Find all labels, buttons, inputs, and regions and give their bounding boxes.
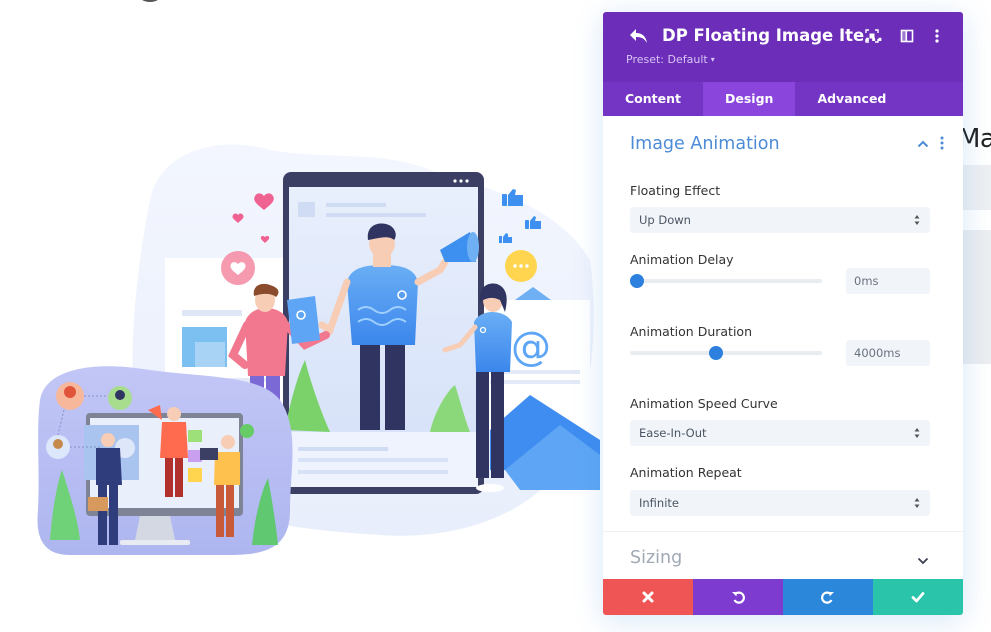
back-arrow-icon[interactable] [628,27,650,45]
floating-effect-select[interactable]: Up Down [630,207,930,233]
panel-title: DP Floating Image Ite... [662,26,884,45]
select-arrows-icon [914,215,920,225]
animation-duration-slider[interactable] [630,345,822,361]
animation-duration-label: Animation Duration [630,324,752,339]
undo-icon [732,591,745,604]
tab-design[interactable]: Design [703,82,796,116]
select-arrows-icon [914,428,920,438]
section-options-icon[interactable] [939,136,945,150]
preset-selector[interactable]: Preset: Default ▾ [626,53,715,66]
panel-header: DP Floating Image Ite... Preset: Default… [603,12,963,116]
animation-duration-input[interactable]: 4000ms [846,340,930,366]
slider-thumb[interactable] [630,274,644,288]
slider-track [630,279,822,283]
chevron-up-icon[interactable] [917,140,929,148]
animation-delay-input[interactable]: 0ms [846,268,930,294]
animation-repeat-select[interactable]: Infinite [630,490,930,516]
fullscreen-icon[interactable] [865,29,879,43]
split-view-icon[interactable] [900,29,914,43]
page-block [963,165,991,210]
redo-button[interactable] [783,579,873,615]
caret-down-icon: ▾ [710,55,715,64]
floating-effect-value: Up Down [639,213,691,227]
panel-footer [603,579,963,615]
module-settings-panel: DP Floating Image Ite... Preset: Default… [603,12,963,615]
slider-thumb[interactable] [709,346,724,360]
redo-icon [821,591,834,604]
animation-delay-label: Animation Delay [630,252,734,267]
undo-button[interactable] [693,579,783,615]
section-divider [603,531,963,532]
speed-curve-value: Ease-In-Out [639,426,707,440]
chat-bubble [505,250,537,282]
page: @ Ma DP Floating Image Ite... Preset: De… [0,0,991,632]
select-arrows-icon [914,498,920,508]
panel-header-top: DP Floating Image Ite... Preset: Default… [603,12,963,82]
animation-delay-slider[interactable] [630,273,822,289]
section-title-sizing[interactable]: Sizing [630,548,682,568]
animation-repeat-value: Infinite [639,496,679,510]
speed-curve-select[interactable]: Ease-In-Out [630,420,930,446]
tab-content[interactable]: Content [603,82,703,116]
floating-effect-label: Floating Effect [630,183,721,198]
preset-label: Preset: Default [626,53,708,66]
section-title-image-animation[interactable]: Image Animation [630,134,780,154]
tab-advanced[interactable]: Advanced [795,82,908,116]
chevron-down-icon[interactable] [917,557,929,565]
close-icon [642,591,654,603]
page-block [963,230,991,364]
panel-tabs: Content Design Advanced [603,82,963,116]
panel-body: Image Animation Floating Effect Up Down … [603,116,963,579]
speed-curve-label: Animation Speed Curve [630,396,778,411]
slider-track [630,351,822,355]
more-options-icon[interactable] [930,29,944,43]
check-icon [911,592,925,603]
animation-repeat-label: Animation Repeat [630,465,742,480]
cancel-button[interactable] [603,579,693,615]
marketing-illustration: @ [37,144,600,555]
at-sign-icon: @ [511,324,551,370]
save-button[interactable] [873,579,963,615]
